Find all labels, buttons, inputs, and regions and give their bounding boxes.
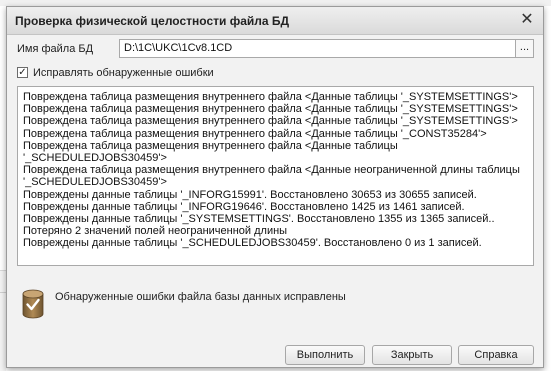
close-button[interactable]: Закрыть [372, 345, 452, 365]
fix-errors-label[interactable]: Исправлять обнаруженные ошибки [33, 66, 214, 80]
log-line: Потеряно 2 значений полей неограниченной… [23, 225, 288, 238]
integrity-check-dialog: Проверка физической целостности файла БД… [6, 6, 544, 368]
dialog-titlebar[interactable]: Проверка физической целостности файла БД… [7, 7, 543, 35]
log-line: Повреждены данные таблицы '_SCHEDULEDJOB… [23, 237, 482, 250]
filename-input[interactable]: D:\1C\UKC\1Cv8.1CD [119, 39, 516, 58]
log-line: Повреждена таблица размещения внутреннег… [23, 164, 520, 177]
log-line: Повреждены данные таблицы '_SYSTEMSETTIN… [23, 213, 495, 226]
dialog-title: Проверка физической целостности файла БД [15, 14, 290, 28]
log-line: Повреждена таблица размещения внутреннег… [23, 139, 398, 152]
fix-errors-checkbox[interactable]: ✓ [17, 67, 28, 78]
log-line: Повреждены данные таблицы '_INFORG15991'… [23, 188, 477, 201]
log-line: '_SCHEDULEDJOBS30459'> [23, 152, 167, 165]
run-button[interactable]: Выполнить [285, 345, 365, 365]
log-line: '_SCHEDULEDJOBS30459'> [23, 176, 167, 189]
close-icon[interactable]: ✕ [519, 12, 535, 28]
log-line: Повреждена таблица размещения внутреннег… [23, 91, 518, 103]
log-line: Повреждена таблица размещения внутреннег… [23, 103, 518, 116]
help-button[interactable]: Справка [458, 345, 534, 365]
log-line: Повреждена таблица размещения внутреннег… [23, 127, 487, 140]
filename-label: Имя файла БД [17, 43, 94, 55]
database-check-icon [22, 289, 44, 319]
log-line: Повреждена таблица размещения внутреннег… [23, 115, 518, 128]
log-line: Повреждены данные таблицы '_INFORG19646'… [23, 200, 465, 213]
browse-button[interactable]: ... [516, 39, 534, 58]
status-message: Обнаруженные ошибки файла базы данных ис… [55, 291, 346, 303]
log-output[interactable]: Повреждена таблица размещения внутреннег… [17, 86, 534, 266]
